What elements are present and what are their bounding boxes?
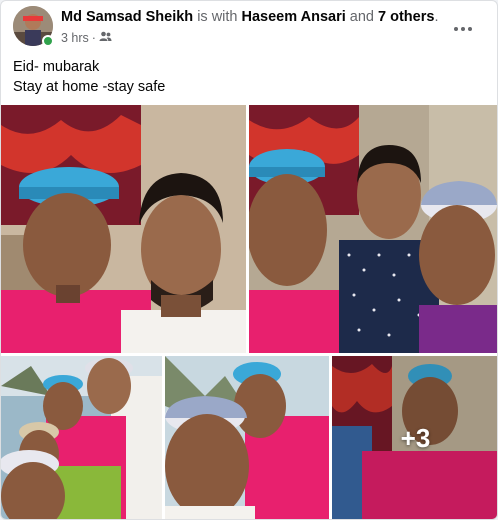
post-header: Md Samsad Sheikh is with Haseem Ansari a… — [1, 1, 497, 53]
others-link[interactable]: 7 others — [378, 9, 434, 25]
post-card: Md Samsad Sheikh is with Haseem Ansari a… — [0, 0, 498, 520]
meta-separator: · — [91, 31, 96, 45]
post-meta: 3 hrs · — [61, 31, 112, 45]
ellipsis-icon — [454, 14, 472, 37]
post-title-line: Md Samsad Sheikh is with Haseem Ansari a… — [61, 9, 451, 25]
friends-icon[interactable] — [99, 31, 112, 45]
more-photos-count: +3 — [400, 423, 431, 453]
tagged-person-link[interactable]: Haseem Ansari — [242, 9, 346, 25]
post-options-button[interactable] — [447, 9, 479, 41]
with-text: is with — [197, 9, 238, 25]
post-message: Eid- mubarak Stay at home -stay safe — [13, 57, 165, 97]
online-status-dot — [42, 35, 54, 47]
more-photos-overlay[interactable]: +3 — [332, 356, 497, 519]
photo-4[interactable] — [165, 356, 329, 519]
photo-2[interactable] — [249, 105, 497, 353]
photo-5-more[interactable]: +3 — [332, 356, 497, 519]
photo-1[interactable] — [1, 105, 246, 353]
and-text: and — [349, 9, 374, 25]
photo-3[interactable] — [1, 356, 162, 519]
post-time[interactable]: 3 hrs — [61, 31, 89, 45]
post-message-line-1: Eid- mubarak — [13, 59, 100, 75]
author-name-link[interactable]: Md Samsad Sheikh — [61, 9, 193, 25]
post-message-line-2: Stay at home -stay safe — [13, 79, 166, 95]
title-period: . — [434, 9, 439, 25]
